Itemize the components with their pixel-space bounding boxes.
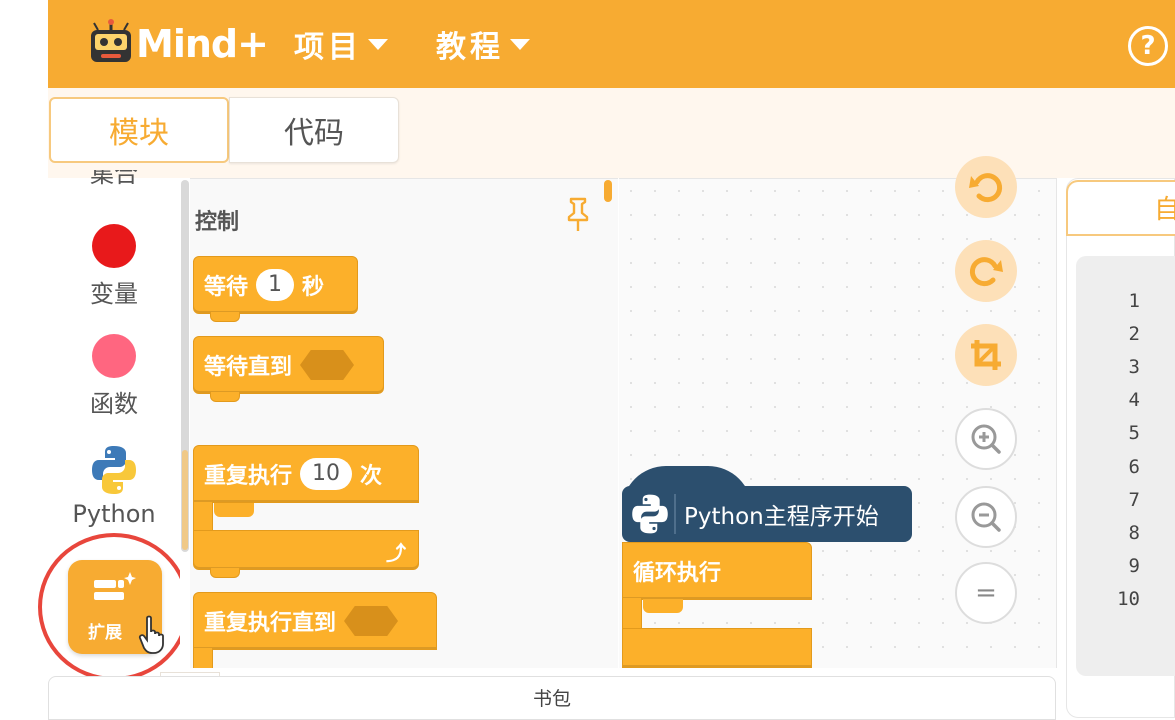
block-notch <box>210 392 240 402</box>
redo-button[interactable] <box>955 240 1017 302</box>
block-forever[interactable]: 循环执行 <box>622 542 812 600</box>
line-number: 7 <box>1128 489 1140 511</box>
category-variable[interactable]: 变量 <box>48 224 180 309</box>
block-repeat-prefix: 重复执行 <box>204 464 293 489</box>
line-number: 9 <box>1128 555 1140 577</box>
equals-icon: = <box>975 578 997 608</box>
repeat-inner-notch <box>214 503 254 517</box>
line-number: 4 <box>1128 389 1140 411</box>
zoom-out-icon <box>971 502 1001 532</box>
block-repeat-until-label: 重复执行直到 <box>204 611 337 636</box>
block-wait-suffix: 秒 <box>302 275 325 300</box>
category-scroll-indicator <box>182 450 188 550</box>
line-number: 1 <box>1128 290 1140 312</box>
menu-tutorial[interactable]: 教程 <box>436 22 530 66</box>
block-notch <box>210 312 240 322</box>
redo-icon <box>969 257 1003 287</box>
line-number: 3 <box>1128 356 1140 378</box>
hat-divider <box>674 494 676 534</box>
tab-code[interactable]: 代码 <box>229 97 399 163</box>
help-icon[interactable]: ? <box>1128 26 1168 66</box>
zoom-in-button[interactable] <box>955 408 1017 470</box>
function-dot-icon <box>92 334 136 378</box>
repeat-until-c-arm <box>193 648 213 668</box>
block-repeat-until[interactable]: 重复执行直到 <box>193 592 437 650</box>
logo[interactable]: Mind+ <box>84 14 269 74</box>
forever-inner-notch <box>643 599 683 613</box>
crop-icon <box>971 340 1001 370</box>
block-repeat-bottom: ⤴ <box>193 530 419 578</box>
block-forever-label: 循环执行 <box>633 561 722 586</box>
palette-scrollbar[interactable] <box>604 180 612 202</box>
repeat-arrow-icon: ⤴ <box>386 541 406 565</box>
robot-logo-icon <box>91 19 131 62</box>
block-wait-until[interactable]: 等待直到 <box>193 336 384 402</box>
chevron-down-icon <box>368 38 388 50</box>
block-repeat[interactable]: 重复执行 10 次 <box>193 445 419 503</box>
python-logo-icon <box>92 446 136 494</box>
line-number: 8 <box>1128 522 1140 544</box>
block-wait-input[interactable]: 1 <box>256 269 295 301</box>
backpack-bar[interactable]: 书包 <box>48 676 1056 720</box>
boolean-slot[interactable] <box>300 350 355 380</box>
zoom-in-icon <box>971 424 1001 454</box>
category-collection-partial[interactable]: 集合 <box>48 170 180 188</box>
top-header: Mind+ 项目 教程 ? <box>48 0 1175 88</box>
extension-label: 扩展 <box>88 623 122 643</box>
crop-button[interactable] <box>955 324 1017 386</box>
block-python-main[interactable]: Python主程序开始 <box>622 486 912 542</box>
variable-dot-icon <box>92 224 136 268</box>
category-function-label: 函数 <box>90 390 138 418</box>
menu-project[interactable]: 项目 <box>294 22 388 66</box>
boolean-slot[interactable] <box>344 606 399 636</box>
category-function[interactable]: 函数 <box>48 334 180 419</box>
menu-tutorial-label: 教程 <box>436 30 504 65</box>
block-python-main-label: Python主程序开始 <box>684 504 879 530</box>
block-repeat-suffix: 次 <box>360 464 383 489</box>
python-logo-icon <box>632 494 668 534</box>
category-python[interactable]: Python <box>48 444 180 528</box>
menu-project-label: 项目 <box>294 30 362 65</box>
undo-icon <box>969 173 1003 203</box>
palette-title: 控制 <box>195 210 240 235</box>
pin-icon[interactable] <box>565 197 591 233</box>
category-variable-label: 变量 <box>90 280 138 308</box>
block-repeat-input[interactable]: 10 <box>300 458 353 490</box>
zoom-reset-button[interactable]: = <box>955 562 1017 624</box>
extension-blocks-icon <box>94 572 136 600</box>
line-number: 6 <box>1128 456 1140 478</box>
block-forever-bottom <box>622 628 812 668</box>
hand-pointer-icon <box>138 615 164 654</box>
chevron-down-icon <box>510 38 530 50</box>
code-panel-tab[interactable]: 自 <box>1066 180 1175 236</box>
line-number: 10 <box>1117 588 1140 610</box>
logo-text: Mind+ <box>136 22 269 66</box>
extension-button[interactable]: 扩展 <box>68 560 164 654</box>
tab-blocks[interactable]: 模块 <box>49 97 229 163</box>
block-wait-prefix: 等待 <box>204 275 249 300</box>
block-notch <box>210 568 240 578</box>
mindplus-app: Mind+ 项目 教程 ? 模块 代码 集合 变量 函数 Python 扩展 控… <box>0 0 1175 720</box>
line-number: 5 <box>1128 422 1140 444</box>
category-python-label: Python <box>72 500 156 528</box>
undo-button[interactable] <box>955 156 1017 218</box>
block-wait-until-label: 等待直到 <box>204 355 293 380</box>
zoom-out-button[interactable] <box>955 486 1017 548</box>
block-wait[interactable]: 等待 1 秒 <box>193 256 358 322</box>
line-number: 2 <box>1128 323 1140 345</box>
